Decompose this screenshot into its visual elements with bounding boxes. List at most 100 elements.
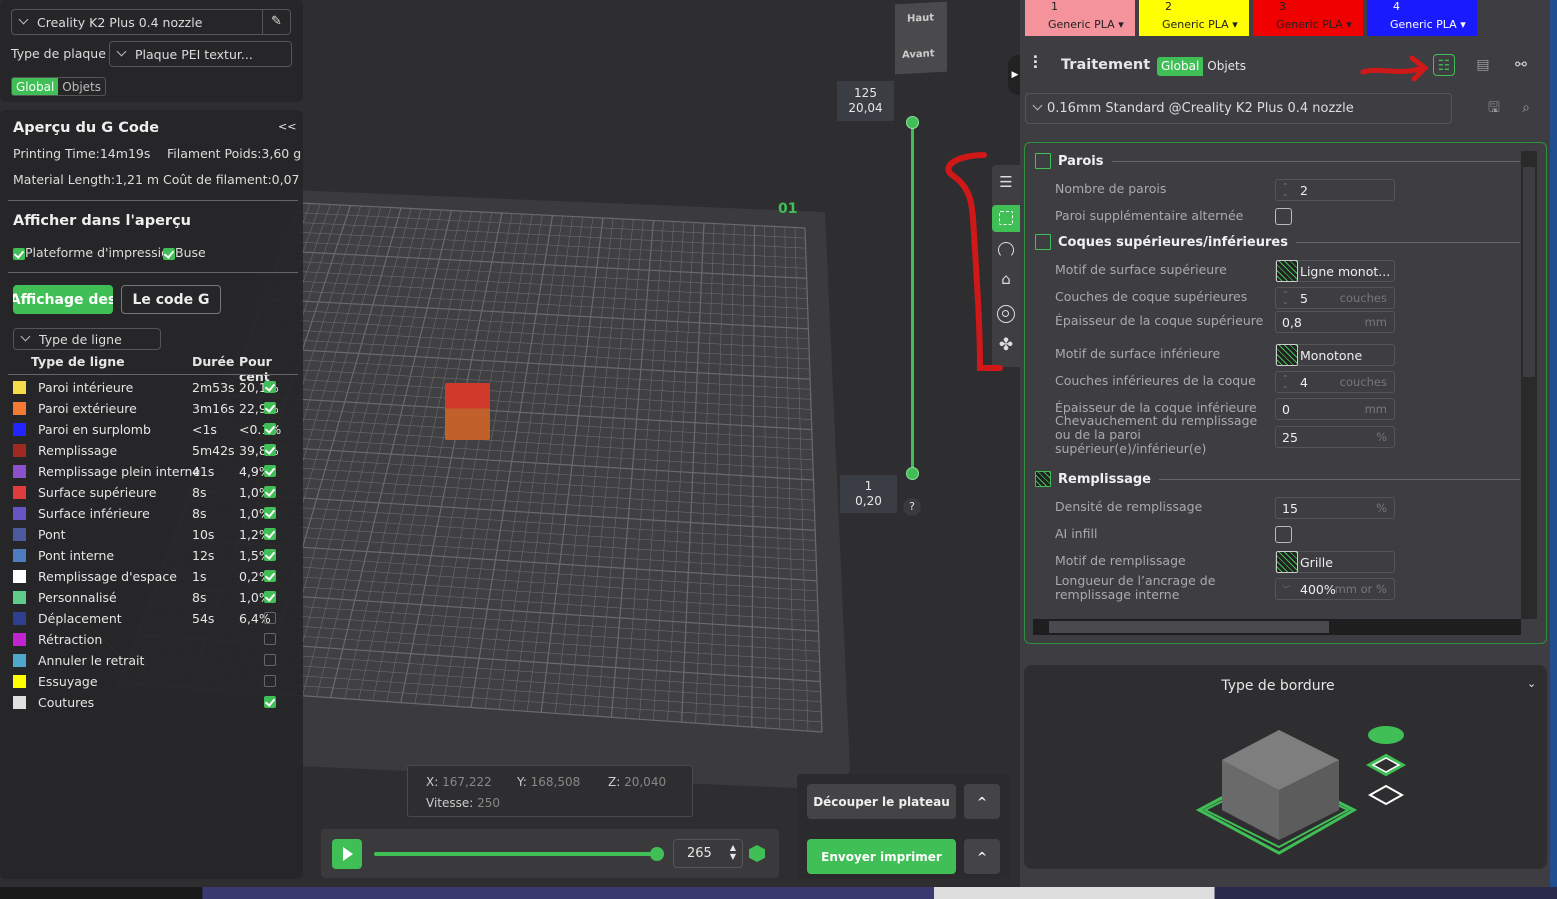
search-icon[interactable]: ⌕ bbox=[1515, 97, 1537, 119]
list-view-icon[interactable]: ▤ bbox=[1472, 54, 1494, 76]
layer-slider-track[interactable] bbox=[911, 122, 914, 474]
visibility-checkbox[interactable] bbox=[264, 465, 276, 477]
setting-input[interactable]: ⌃ ⌄ 5 couches bbox=[1275, 287, 1395, 309]
filament-type[interactable]: Generic PLA ▾ bbox=[1162, 18, 1238, 31]
visibility-checkbox[interactable] bbox=[264, 486, 276, 498]
pos-z: Z: 20,040 bbox=[608, 775, 667, 789]
visibility-checkbox[interactable] bbox=[264, 612, 276, 624]
visibility-checkbox[interactable] bbox=[264, 633, 276, 645]
scope-objects[interactable]: Objets bbox=[1203, 57, 1250, 76]
process-title: Traitement bbox=[1061, 57, 1151, 73]
layer-slider-bottom-handle[interactable] bbox=[906, 467, 919, 480]
pattern-icon bbox=[1276, 260, 1298, 282]
brim-type-options[interactable] bbox=[1364, 723, 1414, 808]
scope-global[interactable]: Global bbox=[12, 78, 59, 95]
visibility-checkbox[interactable] bbox=[264, 507, 276, 519]
settings-list: Parois Nombre de parois ⌃ ⌄ 2 Paroi supplémen… bbox=[1024, 142, 1547, 644]
spin-arrows-icon[interactable]: ⌃ ⌄ bbox=[1282, 375, 1294, 390]
move-slider-handle[interactable] bbox=[650, 847, 664, 861]
filament-slot[interactable]: 2 Generic PLA ▾ bbox=[1139, 0, 1249, 36]
visibility-checkbox[interactable] bbox=[264, 570, 276, 582]
setting-input[interactable]: 15% bbox=[1275, 497, 1395, 519]
scope-global[interactable]: Global bbox=[1157, 57, 1204, 76]
cube-face-top[interactable]: Haut bbox=[907, 12, 934, 24]
send-print-button[interactable]: Envoyer imprimer bbox=[807, 839, 956, 874]
legend-row: Pont interne 12s 1,5% bbox=[0, 546, 303, 567]
visibility-checkbox[interactable] bbox=[264, 591, 276, 603]
sliders-icon: ⫶ bbox=[1033, 53, 1038, 74]
view-cube[interactable]: Haut Avant bbox=[895, 1, 947, 75]
move-slider-track[interactable] bbox=[374, 852, 657, 856]
layer-top-height: 20,04 bbox=[848, 101, 883, 115]
spin-arrows-icon[interactable]: ⌃ ⌄ bbox=[1282, 183, 1294, 198]
collapse-chevron-icon[interactable]: ⌄ bbox=[1527, 677, 1536, 690]
line-type-duration: 54s bbox=[192, 611, 215, 626]
slice-expand-button[interactable]: ^ bbox=[964, 784, 1000, 819]
play-button[interactable] bbox=[332, 839, 362, 869]
setting-checkbox[interactable] bbox=[1275, 208, 1292, 225]
scope-toggle[interactable]: Global Objets bbox=[11, 77, 107, 96]
visibility-checkbox[interactable] bbox=[264, 423, 276, 435]
visibility-checkbox[interactable] bbox=[264, 528, 276, 540]
layer-slider-top-handle[interactable] bbox=[906, 116, 919, 129]
pattern-select[interactable]: Ligne monot... bbox=[1275, 260, 1395, 282]
show-nozzle-checkbox[interactable]: Buse bbox=[163, 245, 206, 260]
pattern-select[interactable]: Grille bbox=[1275, 551, 1395, 573]
setting-label: AI infill bbox=[1055, 526, 1098, 541]
print-expand-button[interactable]: ^ bbox=[964, 839, 1000, 874]
pattern-select[interactable]: Monotone bbox=[1275, 344, 1395, 366]
setting-input[interactable]: ﹀ 400% mm or % bbox=[1275, 578, 1395, 600]
filament-type[interactable]: Generic PLA ▾ bbox=[1048, 18, 1124, 31]
visibility-checkbox[interactable] bbox=[264, 549, 276, 561]
color-swatch bbox=[13, 633, 26, 646]
filament-index: 2 bbox=[1165, 0, 1172, 13]
move-value-stepper[interactable]: 265 ▲ ▼ bbox=[673, 839, 743, 868]
spin-arrows-icon[interactable]: ⌃ ⌄ bbox=[1282, 291, 1294, 306]
visibility-checkbox[interactable] bbox=[264, 675, 276, 687]
chevron-down-icon[interactable]: ﹀ bbox=[1282, 585, 1294, 593]
visibility-checkbox[interactable] bbox=[264, 654, 276, 666]
tab-gcode[interactable]: Le code G bbox=[121, 285, 221, 314]
setting-input[interactable]: 25% bbox=[1275, 426, 1395, 448]
horizontal-scrollbar[interactable] bbox=[1033, 619, 1521, 635]
filament-slot[interactable]: 1 Generic PLA ▾ bbox=[1025, 0, 1135, 36]
printer-select[interactable]: Creality K2 Plus 0.4 nozzle ✎ bbox=[11, 9, 291, 35]
vertical-scrollbar[interactable] bbox=[1521, 151, 1537, 619]
advanced-settings-icon[interactable]: ☷ bbox=[1433, 54, 1455, 76]
visibility-checkbox[interactable] bbox=[264, 444, 276, 456]
filament-type[interactable]: Generic PLA ▾ bbox=[1390, 18, 1466, 31]
cube-face-front[interactable]: Avant bbox=[902, 48, 935, 61]
view-type-select[interactable]: Type de ligne bbox=[13, 328, 161, 350]
filament-slot[interactable]: 3 Generic PLA ▾ bbox=[1253, 0, 1363, 36]
setting-label: Motif de surface inférieure bbox=[1055, 346, 1221, 361]
setting-input[interactable]: 0 mm bbox=[1275, 398, 1395, 420]
plate-type-select[interactable]: Plaque PEI textur... bbox=[109, 41, 292, 67]
legend-row: Déplacement 54s 6,4% bbox=[0, 609, 303, 630]
visibility-checkbox[interactable] bbox=[264, 402, 276, 414]
compare-share-icon[interactable]: ⚯ bbox=[1510, 54, 1532, 76]
save-icon[interactable]: 🖫 bbox=[1483, 97, 1505, 119]
setting-input[interactable]: ⌃ ⌄ 2 bbox=[1275, 179, 1395, 201]
chevron-down-icon bbox=[18, 14, 29, 24]
tab-display[interactable]: Affichage des bbox=[13, 285, 113, 314]
layers-stack-icon[interactable] bbox=[749, 845, 765, 862]
collapse-button[interactable]: << bbox=[278, 120, 296, 133]
setting-input[interactable]: ⌃ ⌄ 4 couches bbox=[1275, 371, 1395, 393]
scope-objects[interactable]: Objets bbox=[58, 78, 105, 95]
help-button[interactable]: ? bbox=[903, 498, 921, 516]
process-profile-select[interactable]: 0.16mm Standard @Creality K2 Plus 0.4 no… bbox=[1025, 93, 1452, 124]
filament-slot[interactable]: 4 Generic PLA ▾ bbox=[1367, 0, 1477, 36]
show-bed-checkbox[interactable]: Plateforme d'impressio bbox=[13, 245, 169, 260]
settings-section: Parois bbox=[1035, 153, 1520, 169]
line-type-name: Remplissage d'espace bbox=[38, 569, 177, 584]
setting-label: Couches de coque supérieures bbox=[1055, 289, 1248, 304]
visibility-checkbox[interactable] bbox=[264, 696, 276, 708]
setting-input[interactable]: 0,8 mm bbox=[1275, 311, 1395, 333]
legend-row: Paroi intérieure 2m53s 20,1% bbox=[0, 378, 303, 399]
filament-type[interactable]: Generic PLA ▾ bbox=[1276, 18, 1352, 31]
slice-plate-button[interactable]: Découper le plateau bbox=[807, 784, 956, 819]
process-scope-toggle[interactable]: Global Objets bbox=[1157, 57, 1250, 76]
visibility-checkbox[interactable] bbox=[264, 381, 276, 393]
edit-pencil-icon[interactable]: ✎ bbox=[262, 10, 290, 34]
setting-checkbox[interactable] bbox=[1275, 526, 1292, 543]
